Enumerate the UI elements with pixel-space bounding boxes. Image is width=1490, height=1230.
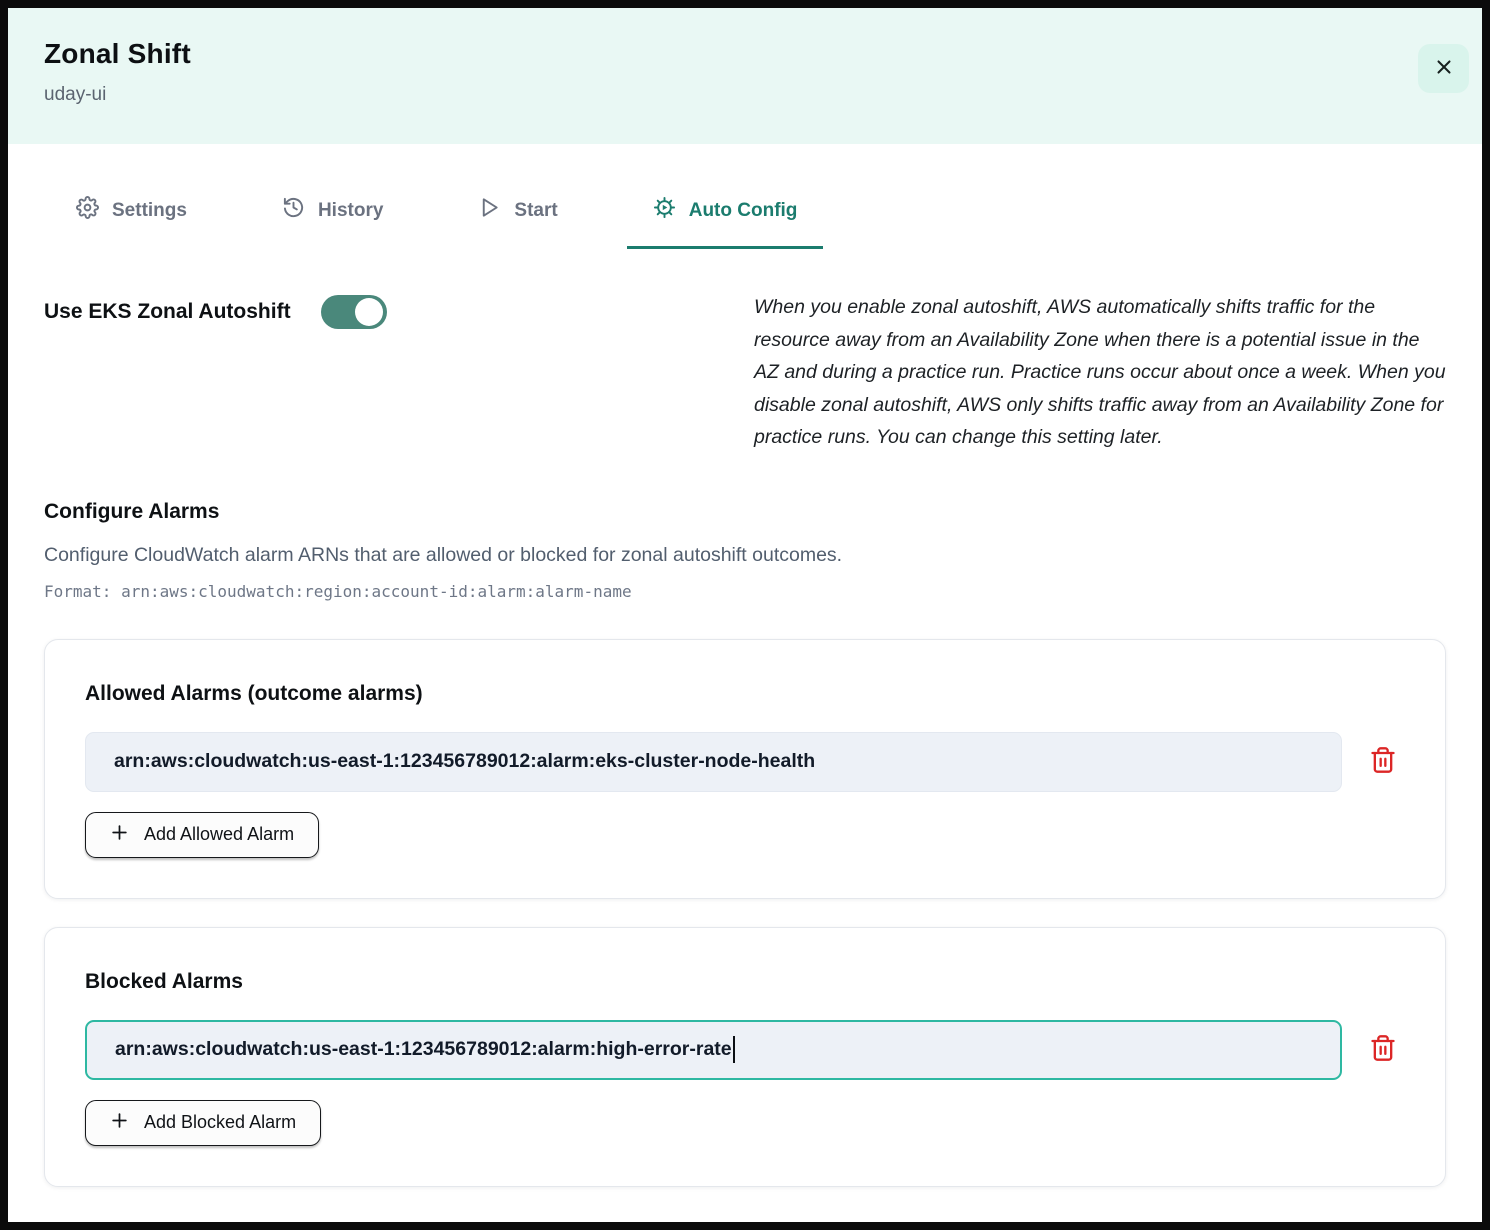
tab-label-history: History <box>318 200 383 222</box>
play-icon <box>478 196 501 225</box>
allowed-alarms-heading: Allowed Alarms (outcome alarms) <box>85 682 1405 706</box>
allowed-alarm-row: arn:aws:cloudwatch:us-east-1:12345678901… <box>85 732 1405 792</box>
tab-label-auto-config: Auto Config <box>689 200 798 222</box>
tab-settings[interactable]: Settings <box>50 196 213 249</box>
blocked-alarm-arn-input[interactable]: arn:aws:cloudwatch:us-east-1:12345678901… <box>85 1020 1342 1080</box>
delete-allowed-alarm-button[interactable] <box>1369 746 1397 777</box>
tab-label-settings: Settings <box>112 200 187 222</box>
tab-label-start: Start <box>514 200 557 222</box>
resource-name: uday-ui <box>44 84 1446 106</box>
close-icon <box>1433 56 1455 81</box>
allowed-alarm-arn-value: arn:aws:cloudwatch:us-east-1:12345678901… <box>114 750 815 773</box>
tab-auto-config[interactable]: Auto Config <box>627 196 824 249</box>
blocked-alarms-heading: Blocked Alarms <box>85 970 1405 994</box>
add-blocked-alarm-button[interactable]: Add Blocked Alarm <box>85 1100 321 1146</box>
add-blocked-alarm-label: Add Blocked Alarm <box>144 1112 296 1133</box>
add-allowed-alarm-label: Add Allowed Alarm <box>144 824 294 845</box>
history-icon <box>282 196 305 225</box>
zonal-shift-dialog: Zonal Shift uday-ui Settings <box>0 0 1490 1230</box>
autoshift-section: Use EKS Zonal Autoshift When you enable … <box>44 291 1446 454</box>
trash-icon <box>1369 746 1397 777</box>
text-cursor <box>733 1036 735 1063</box>
allowed-alarms-card: Allowed Alarms (outcome alarms) arn:aws:… <box>44 639 1446 899</box>
toggle-knob <box>355 298 383 326</box>
gear-icon <box>76 196 99 225</box>
add-allowed-alarm-button[interactable]: Add Allowed Alarm <box>85 812 319 858</box>
configure-alarms-description: Configure CloudWatch alarm ARNs that are… <box>44 544 1446 567</box>
tab-history[interactable]: History <box>256 196 409 249</box>
auto-config-icon <box>653 196 676 225</box>
blocked-alarm-row: arn:aws:cloudwatch:us-east-1:12345678901… <box>85 1020 1405 1080</box>
allowed-alarm-arn-input[interactable]: arn:aws:cloudwatch:us-east-1:12345678901… <box>85 732 1342 792</box>
autoshift-toggle[interactable] <box>321 295 387 329</box>
dialog-header: Zonal Shift uday-ui <box>8 8 1482 144</box>
trash-icon <box>1369 1034 1397 1065</box>
tab-panel-auto-config: Use EKS Zonal Autoshift When you enable … <box>8 291 1482 1187</box>
tab-bar: Settings History Start <box>8 196 1482 249</box>
autoshift-description: When you enable zonal autoshift, AWS aut… <box>754 291 1446 454</box>
blocked-alarm-arn-value: arn:aws:cloudwatch:us-east-1:12345678901… <box>115 1038 732 1061</box>
delete-blocked-alarm-button[interactable] <box>1369 1034 1397 1065</box>
dialog-title: Zonal Shift <box>44 38 1446 70</box>
autoshift-label: Use EKS Zonal Autoshift <box>44 300 291 324</box>
close-button[interactable] <box>1418 44 1469 93</box>
configure-alarms-section: Configure Alarms Configure CloudWatch al… <box>44 500 1446 601</box>
plus-icon <box>110 1111 129 1135</box>
arn-format-hint: Format: arn:aws:cloudwatch:region:accoun… <box>44 582 1446 601</box>
plus-icon <box>110 823 129 847</box>
configure-alarms-heading: Configure Alarms <box>44 500 1446 524</box>
blocked-alarms-card: Blocked Alarms arn:aws:cloudwatch:us-eas… <box>44 927 1446 1187</box>
tab-start[interactable]: Start <box>452 196 583 249</box>
